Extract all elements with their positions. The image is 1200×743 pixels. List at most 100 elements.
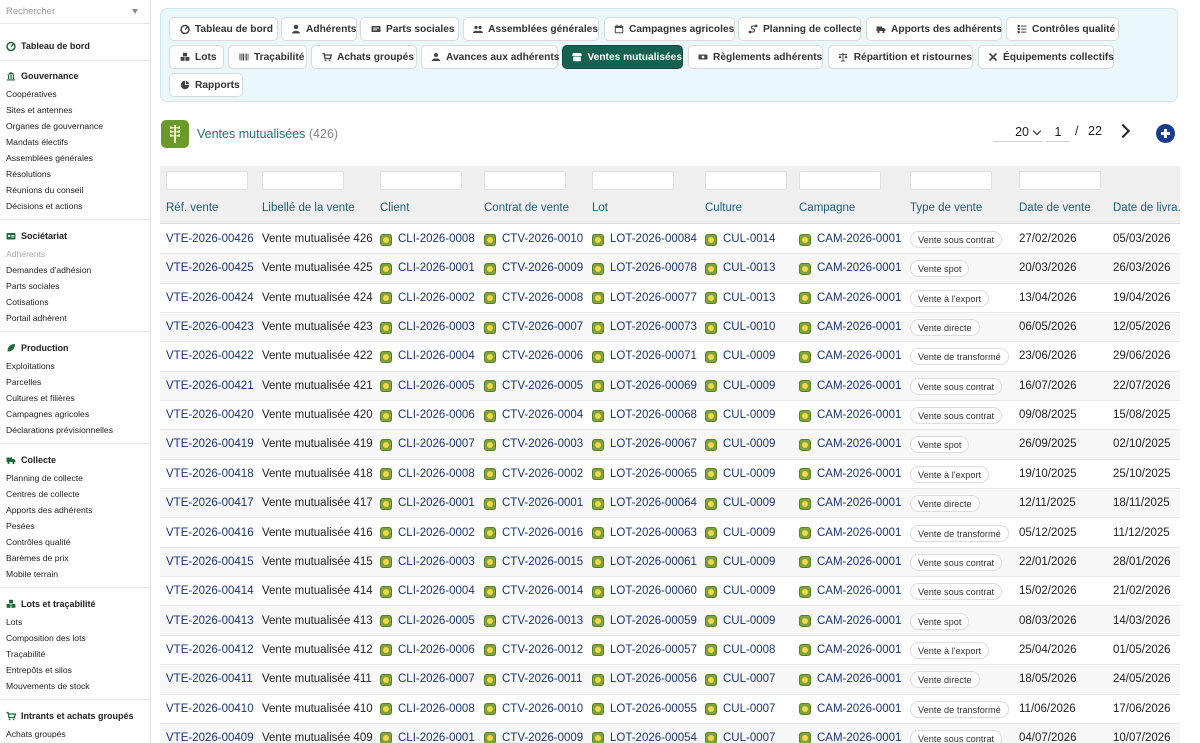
sale-ref-link[interactable]: VTE-2026-00416	[166, 519, 254, 548]
sidebar-item[interactable]: Barèmes de prix	[6, 552, 69, 564]
sale-ref-link[interactable]: VTE-2026-00412	[166, 636, 254, 665]
client-link[interactable]: CLI-2026-0003	[380, 313, 475, 342]
culture-link[interactable]: CUL-0009	[705, 607, 775, 636]
sidebar-item[interactable]: Organes de gouvernance	[6, 120, 103, 132]
tab-6[interactable]: Apports des adhérents	[866, 17, 1002, 41]
campaign-link[interactable]: CAM-2026-0001	[799, 372, 901, 401]
column-filter-input[interactable]	[380, 171, 462, 190]
sidebar-item[interactable]: Parts sociales	[6, 280, 60, 292]
campaign-link[interactable]: CAM-2026-0001	[799, 577, 901, 606]
tab-11[interactable]: Avances aux adhérents	[421, 45, 559, 69]
contract-link[interactable]: CTV-2026-0009	[484, 724, 583, 743]
campaign-link[interactable]: CAM-2026-0001	[799, 489, 901, 518]
culture-link[interactable]: CUL-0009	[705, 430, 775, 459]
contract-link[interactable]: CTV-2026-0007	[484, 313, 583, 342]
sidebar-item[interactable]: Parcelles	[6, 376, 41, 388]
table-row[interactable]: VTE-2026-00425 Vente mutualisée 425 CLI-20…	[160, 254, 1180, 284]
contract-link[interactable]: CTV-2026-0001	[484, 489, 583, 518]
contract-link[interactable]: CTV-2026-0006	[484, 342, 583, 371]
column-filter-input[interactable]	[484, 171, 566, 190]
tab-2[interactable]: Parts sociales	[360, 17, 459, 41]
table-row[interactable]: VTE-2026-00418 Vente mutualisée 418 CLI-20…	[160, 460, 1180, 490]
campaign-link[interactable]: CAM-2026-0001	[799, 724, 901, 743]
sidebar-item[interactable]: Achats groupés	[6, 728, 66, 740]
culture-link[interactable]: CUL-0014	[705, 225, 775, 254]
tab-13[interactable]: Règlements adhérents	[688, 45, 823, 69]
culture-link[interactable]: CUL-0009	[705, 577, 775, 606]
client-link[interactable]: CLI-2026-0008	[380, 695, 475, 724]
column-filter-input[interactable]	[262, 171, 344, 190]
contract-link[interactable]: CTV-2026-0009	[484, 254, 583, 283]
campaign-link[interactable]: CAM-2026-0001	[799, 401, 901, 430]
sale-ref-link[interactable]: VTE-2026-00409	[166, 724, 254, 743]
column-header[interactable]: Client	[380, 202, 409, 214]
sidebar-item[interactable]: Contrôles qualité	[6, 536, 71, 548]
column-header[interactable]: Contrat de vente	[484, 202, 569, 214]
contract-link[interactable]: CTV-2026-0013	[484, 607, 583, 636]
next-page-icon[interactable]	[1116, 121, 1134, 141]
tab-4[interactable]: Campagnes agricoles	[604, 17, 735, 41]
culture-link[interactable]: CUL-0009	[705, 342, 775, 371]
column-header[interactable]: Type de vente	[910, 202, 982, 214]
campaign-link[interactable]: CAM-2026-0001	[799, 254, 901, 283]
sale-ref-link[interactable]: VTE-2026-00414	[166, 577, 254, 606]
client-link[interactable]: CLI-2026-0008	[380, 225, 475, 254]
campaign-link[interactable]: CAM-2026-0001	[799, 519, 901, 548]
table-row[interactable]: VTE-2026-00424 Vente mutualisée 424 CLI-20…	[160, 284, 1180, 313]
campaign-link[interactable]: CAM-2026-0001	[799, 460, 901, 489]
contract-link[interactable]: CTV-2026-0008	[484, 284, 583, 313]
lot-link[interactable]: LOT-2026-00084	[592, 225, 697, 254]
sale-ref-link[interactable]: VTE-2026-00425	[166, 254, 254, 283]
sidebar-section-2[interactable]: Production	[6, 342, 69, 354]
culture-link[interactable]: CUL-0013	[705, 254, 775, 283]
tab-1[interactable]: Adhérents	[281, 17, 357, 41]
sale-ref-link[interactable]: VTE-2026-00419	[166, 430, 254, 459]
sidebar-item[interactable]: Exploitations	[6, 360, 55, 372]
lot-link[interactable]: LOT-2026-00069	[592, 372, 697, 401]
client-link[interactable]: CLI-2026-0007	[380, 430, 475, 459]
client-link[interactable]: CLI-2026-0006	[380, 636, 475, 665]
sidebar-item[interactable]: Traçabilité	[6, 648, 45, 660]
client-link[interactable]: CLI-2026-0007	[380, 665, 475, 694]
table-row[interactable]: VTE-2026-00411 Vente mutualisée 411 CLI-20…	[160, 665, 1180, 695]
culture-link[interactable]: CUL-0007	[705, 695, 775, 724]
tab-3[interactable]: Assemblées générales	[463, 17, 599, 41]
sale-ref-link[interactable]: VTE-2026-00420	[166, 401, 254, 430]
culture-link[interactable]: CUL-0009	[705, 548, 775, 577]
sidebar-item[interactable]: Planning de collecte	[6, 472, 83, 484]
table-row[interactable]: VTE-2026-00419 Vente mutualisée 419 CLI-20…	[160, 430, 1180, 460]
sale-ref-link[interactable]: VTE-2026-00424	[166, 284, 254, 313]
lot-link[interactable]: LOT-2026-00056	[592, 665, 697, 694]
table-row[interactable]: VTE-2026-00410 Vente mutualisée 410 CLI-20…	[160, 695, 1180, 724]
lot-link[interactable]: LOT-2026-00071	[592, 342, 697, 371]
sidebar-item[interactable]: Adhérents	[6, 248, 45, 260]
column-filter-input[interactable]	[1019, 171, 1101, 190]
sale-ref-link[interactable]: VTE-2026-00415	[166, 548, 254, 577]
culture-link[interactable]: CUL-0009	[705, 372, 775, 401]
campaign-link[interactable]: CAM-2026-0001	[799, 636, 901, 665]
contract-link[interactable]: CTV-2026-0002	[484, 460, 583, 489]
sidebar-section-1[interactable]: Sociétariat	[6, 230, 67, 242]
campaign-link[interactable]: CAM-2026-0001	[799, 607, 901, 636]
tab-14[interactable]: Répartition et ristournes	[828, 45, 973, 69]
tab-12[interactable]: Ventes mutualisées	[562, 45, 683, 69]
table-row[interactable]: VTE-2026-00421 Vente mutualisée 421 CLI-20…	[160, 371, 1180, 402]
client-link[interactable]: CLI-2026-0005	[380, 607, 475, 636]
search-input[interactable]	[0, 0, 120, 22]
campaign-link[interactable]: CAM-2026-0001	[799, 313, 901, 342]
tab-5[interactable]: Planning de collecte	[738, 17, 862, 41]
sidebar-item[interactable]: Entrepôts et silos	[6, 664, 72, 676]
lot-link[interactable]: LOT-2026-00054	[592, 724, 697, 743]
contract-link[interactable]: CTV-2026-0010	[484, 225, 583, 254]
lot-link[interactable]: LOT-2026-00077	[592, 284, 697, 313]
table-row[interactable]: VTE-2026-00420 Vente mutualisée 420 CLI-20…	[160, 401, 1180, 431]
lot-link[interactable]: LOT-2026-00064	[592, 489, 697, 518]
sidebar-item[interactable]: Portail adhérent	[6, 312, 67, 324]
lot-link[interactable]: LOT-2026-00063	[592, 519, 697, 548]
table-row[interactable]: VTE-2026-00414 Vente mutualisée 414 CLI-20…	[160, 577, 1180, 607]
table-row[interactable]: VTE-2026-00415 Vente mutualisée 415 CLI-20…	[160, 547, 1180, 578]
tab-16[interactable]: Rapports	[169, 73, 243, 97]
sidebar-item[interactable]: Lots	[6, 616, 22, 628]
search-box[interactable]	[0, 0, 150, 24]
table-row[interactable]: VTE-2026-00412 Vente mutualisée 412 CLI-20…	[160, 636, 1180, 666]
